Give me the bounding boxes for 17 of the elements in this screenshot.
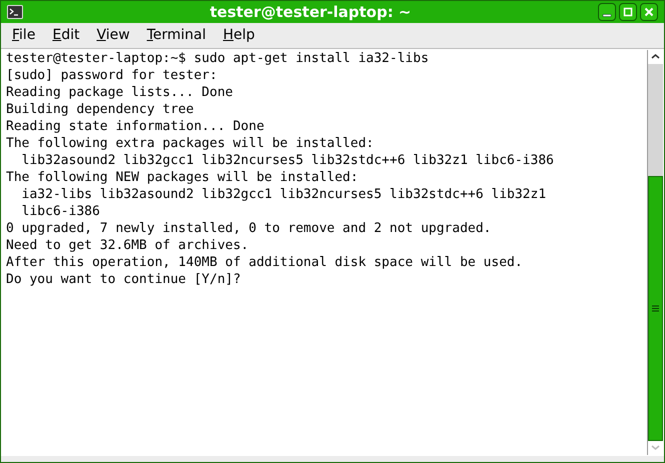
menu-item[interactable]: Terminal: [140, 25, 213, 46]
terminal-icon: [7, 5, 23, 19]
minimize-icon: [602, 14, 612, 16]
window-title: tester@tester-laptop: ~: [210, 2, 412, 23]
scroll-up-icon[interactable]: [648, 50, 663, 64]
close-icon: [644, 7, 654, 17]
maximize-button[interactable]: [619, 3, 637, 21]
close-button[interactable]: [640, 3, 658, 21]
minimize-button[interactable]: [598, 3, 616, 21]
menu-item[interactable]: View: [90, 25, 137, 46]
scrollbar[interactable]: [647, 50, 663, 455]
menu-item[interactable]: File: [5, 25, 42, 46]
menu-item[interactable]: Edit: [45, 25, 87, 46]
maximize-icon: [623, 7, 633, 17]
scroll-thumb[interactable]: [648, 176, 663, 441]
menu-item[interactable]: Help: [216, 25, 262, 46]
terminal-output: tester@tester-laptop:~$ sudo apt-get install ia32-libs [sudo] password for tester: Reading package lists... Done Building dependency tree Reading state information... Done The following extra packages will be installed: lib32asound2 lib32gcc1 lib32ncurses5 lib32stdc++6 lib32z1 libc6-i386 The following NEW packages will be installed: ia32-libs lib32asound2 lib32gcc1 lib32ncurses5 lib32stdc++6 lib32z1 libc6-i386 0 upgraded, 7 newly installed, 0 to remove and 2 not upgraded. Need to get 32.6MB of archives. After this operation, 140MB of additional disk space will be used. Do you want to continue [Y/n]?: [5, 50, 555, 289]
